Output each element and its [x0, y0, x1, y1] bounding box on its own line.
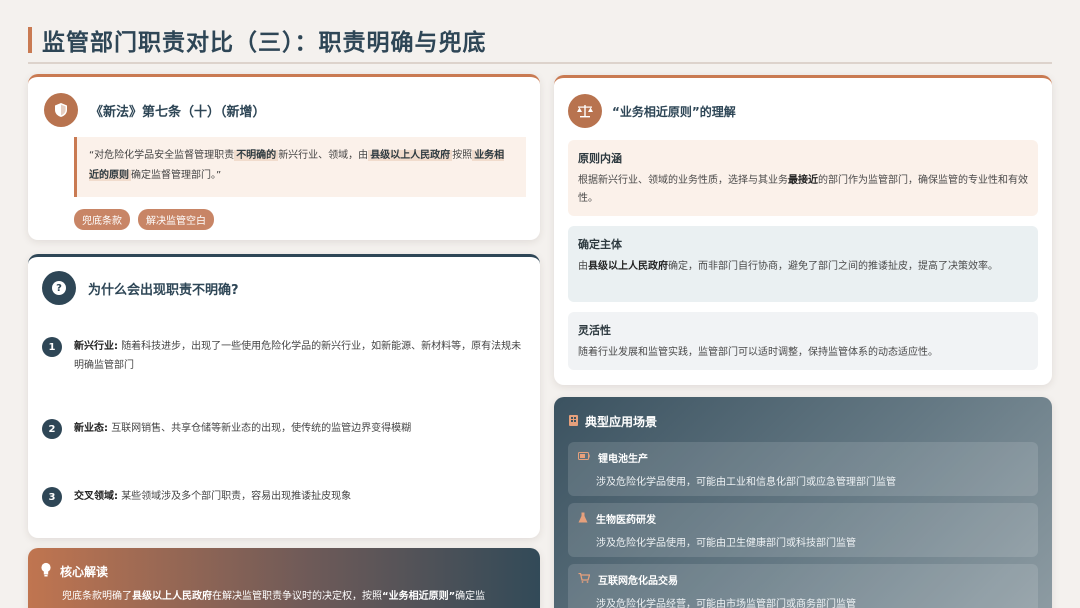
scene-item: 互联网危化品交易 涉及危险化学品经营，可能由市场监管部门或商务部门监管 — [568, 564, 1038, 608]
quote-text: 按照 — [452, 150, 473, 161]
scene-title: 生物医药研发 — [596, 515, 656, 526]
principle-title: “业务相近原则”的理解 — [612, 104, 736, 119]
core-text: 兜底条款明确了县级以上人民政府在解决监管职责争议时的决定权，按照“业务相近原则”… — [62, 591, 486, 602]
core-title: 核心解读 — [60, 564, 109, 579]
cart-icon — [578, 572, 591, 586]
scene-item: 锂电池生产 涉及危险化学品使用，可能由工业和信息化部门或应急管理部门监管 — [568, 442, 1038, 496]
law-card: 《新法》第七条（十）（新增） “对危险化学品安全监督管理职责 不明确的 新兴行业、领… — [28, 74, 540, 240]
scene-desc: 涉及危险化学品使用，可能由工业和信息化部门或应急管理部门监管 — [596, 477, 896, 488]
battery-icon — [578, 452, 590, 463]
box-heading: 灵活性 — [578, 324, 611, 337]
law-title: 《新法》第七条（十）（新增） — [90, 104, 266, 120]
scene-item: 生物医药研发 涉及危险化学品使用，可能由卫生健康部门或科技部门监管 — [568, 503, 1038, 557]
reason-item: 1 新兴行业: 随着科技进步，出现了一些使用危险化学品的新兴行业，如新能源、新材… — [42, 337, 524, 375]
reason-item: 2 新业态: 互联网销售、共享仓储等新业态的出现，使传统的监管边界变得模糊 — [42, 419, 524, 439]
box-heading: 确定主体 — [578, 238, 622, 251]
why-card: ? 为什么会出现职责不明确? 1 新兴行业: 随着科技进步，出现了一些使用危险化… — [28, 254, 540, 538]
scene-title: 互联网危化品交易 — [598, 576, 678, 587]
quote-text: 新兴行业、领域，由 — [278, 150, 369, 161]
tag-fallback-clause: 兜底条款 — [74, 209, 130, 230]
core-interpretation-card: 核心解读 兜底条款明确了县级以上人民政府在解决监管职责争议时的决定权，按照“业务… — [28, 548, 540, 608]
quote-highlight: 县级以上人民政府 — [368, 150, 453, 161]
reason-text: 互联网销售、共享仓储等新业态的出现，使传统的监管边界变得模糊 — [111, 423, 412, 434]
flask-icon — [578, 512, 588, 526]
principle-meaning-box: 原则内涵 根据新兴行业、领域的业务性质，选择与其业务最接近的部门作为监管部门，确… — [568, 140, 1038, 216]
determining-subject-box: 确定主体 由县级以上人民政府确定，而非部门自行协商，避免了部门之间的推诿扯皮，提… — [568, 226, 1038, 302]
flexibility-box: 灵活性 随着行业发展和监管实践，监管部门可以适时调整，保持监管体系的动态适应性。 — [568, 312, 1038, 370]
tag-list: 兜底条款 解决监管空白 — [74, 209, 214, 230]
scene-desc: 涉及危险化学品使用，可能由卫生健康部门或科技部门监管 — [596, 538, 856, 549]
reason-number: 3 — [42, 487, 62, 507]
lightbulb-icon — [40, 562, 52, 580]
page-title: 监管部门职责对比（三）：职责明确与兜底 — [42, 30, 487, 56]
reason-item: 3 交叉领域: 某些领域涉及多个部门职责，容易出现推诿扯皮现象 — [42, 487, 524, 507]
reason-number: 1 — [42, 337, 62, 357]
reason-label: 新兴行业: — [74, 341, 118, 352]
quote-highlight: 不明确的 — [234, 150, 279, 161]
page-header: 监管部门职责对比（三）：职责明确与兜底 — [28, 24, 487, 56]
scene-title: 锂电池生产 — [598, 454, 648, 465]
scene-desc: 涉及危险化学品经营，可能由市场监管部门或商务部门监管 — [596, 599, 856, 608]
tag-regulatory-gap: 解决监管空白 — [138, 209, 214, 230]
quote-text: 确定监督管理部门。” — [131, 170, 222, 181]
scenario-title: 典型应用场景 — [585, 415, 658, 429]
header-accent-bar — [28, 27, 32, 53]
box-text: 随着行业发展和监管实践，监管部门可以适时调整，保持监管体系的动态适应性。 — [578, 347, 938, 358]
why-title: 为什么会出现职责不明确? — [88, 282, 239, 298]
reason-label: 交叉领域: — [74, 491, 118, 502]
reason-text: 随着科技进步，出现了一些使用危险化学品的新兴行业，如新能源、新材料等，原有法规未… — [74, 341, 522, 371]
header-divider — [28, 62, 1052, 64]
box-heading: 原则内涵 — [578, 152, 622, 165]
reason-label: 新业态: — [74, 423, 108, 434]
box-text: 由县级以上人民政府确定，而非部门自行协商，避免了部门之间的推诿扯皮，提高了决策效… — [578, 261, 998, 272]
reason-text: 某些领域涉及多个部门职责，容易出现推诿扯皮现象 — [121, 491, 352, 502]
law-quote: “对危险化学品安全监督管理职责 不明确的 新兴行业、领域，由 县级以上人民政府 按照 业务… — [74, 137, 526, 197]
scale-icon — [568, 94, 602, 128]
quote-text: “对危险化学品安全监督管理职责 — [89, 150, 235, 161]
reason-number: 2 — [42, 419, 62, 439]
building-icon — [568, 414, 579, 429]
scenario-card: 典型应用场景 锂电池生产 涉及危险化学品使用，可能由工业和信息化部门或应急管理部… — [554, 397, 1052, 608]
principle-card: “业务相近原则”的理解 原则内涵 根据新兴行业、领域的业务性质，选择与其业务最接… — [554, 75, 1052, 385]
shield-icon — [44, 93, 78, 127]
box-text: 根据新兴行业、领域的业务性质，选择与其业务最接近的部门作为监管部门，确保监管的专… — [578, 175, 1028, 204]
question-icon: ? — [42, 271, 76, 305]
